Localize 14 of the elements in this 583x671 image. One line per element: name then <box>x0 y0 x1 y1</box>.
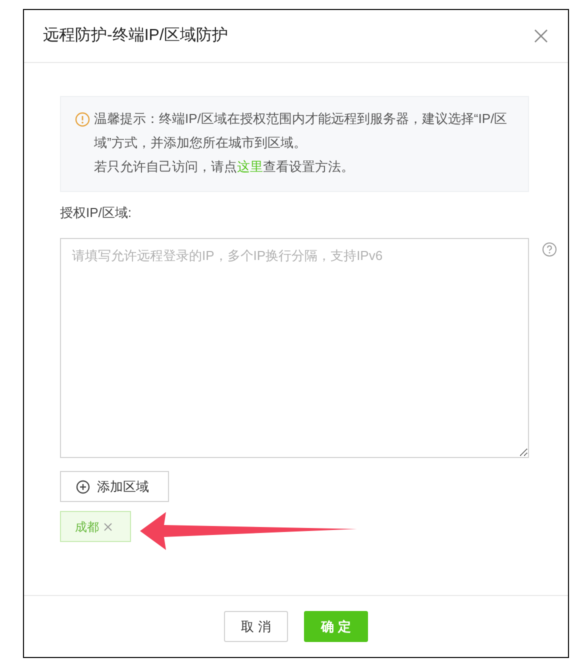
notice-text: 若只允许自己访问，请点这里查看设置方法。 <box>94 158 355 176</box>
ip-input-field[interactable]: 请填写允许远程登录的IP，多个IP换行分隔，支持IPv6 <box>60 238 529 458</box>
warning-icon <box>75 112 90 127</box>
plus-circle-icon <box>76 480 90 494</box>
close-icon[interactable] <box>104 522 112 530</box>
field-label: 授权IP/区域: <box>60 204 132 222</box>
close-button[interactable] <box>533 28 549 44</box>
help-icon <box>542 242 557 257</box>
close-icon <box>534 29 548 43</box>
cancel-button[interactable]: 取 消 <box>224 611 288 642</box>
notice-text: 温馨提示：终端IP/区域在授权范围内才能远程到服务器，建议选择“IP/区域”方式，并添加您所在城市到区域。 <box>94 110 508 152</box>
tag-label: 成都 <box>75 518 99 536</box>
add-region-button[interactable]: 添加区域 <box>60 471 169 502</box>
dialog-title: 远程防护-终端IP/区域防护 <box>43 26 228 46</box>
